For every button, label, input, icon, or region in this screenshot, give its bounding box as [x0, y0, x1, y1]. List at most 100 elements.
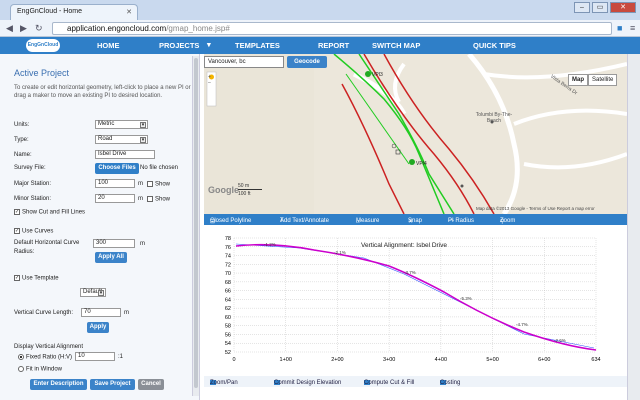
major-show[interactable]: Show	[147, 181, 170, 188]
reload-icon[interactable]: ↻	[35, 22, 43, 34]
type-select[interactable]: Road ▾	[95, 135, 148, 144]
nav-quick-tips[interactable]: QUICK TIPS	[473, 41, 516, 50]
scrollbar-thumb[interactable]	[194, 58, 198, 388]
no-file-text: No file chosen	[140, 165, 179, 171]
y-tick-label: 68	[225, 280, 231, 286]
profile-toolbar: Zoom/Pan Commit Design Elevation Compute…	[204, 376, 627, 387]
fixed-ratio-label: Fixed Ratio (H:V)	[26, 354, 73, 361]
cut-fill-label: Show Cut and Fill Lines	[22, 209, 86, 216]
bookmark-icon[interactable]: ■	[617, 22, 622, 34]
geocode-button[interactable]: Geocode	[287, 56, 327, 68]
minor-station-input[interactable]: 20	[95, 194, 135, 203]
window-controls: – ▭ ✕	[574, 2, 636, 13]
fit-window-radio[interactable]	[18, 366, 24, 372]
browser-chrome: EngGnCloud - Home ✕ – ▭ ✕ ◀ ▶ ↻ applicat…	[0, 0, 640, 37]
cut-fill-row[interactable]: ✓ Show Cut and Fill Lines	[14, 209, 85, 216]
browser-tab[interactable]: EngGnCloud - Home ✕	[10, 4, 138, 20]
zoom-controls[interactable]: + –	[208, 74, 211, 86]
fixed-ratio-row[interactable]: Fixed Ratio (H:V)	[18, 354, 72, 361]
apply-all-button[interactable]: Apply All	[95, 252, 127, 263]
radius-label-2: Radius:	[14, 249, 35, 255]
y-tick-label: 66	[225, 289, 231, 295]
use-curves-row[interactable]: ✓ Use Curves	[14, 228, 53, 235]
design-line	[235, 243, 597, 351]
y-tick-label: 62	[225, 306, 231, 312]
cut-fill-tool-label: Compute Cut & Fill	[364, 380, 415, 386]
ratio-input[interactable]: 10	[75, 352, 115, 361]
location-search-input[interactable]: Vancouver, bc	[204, 56, 284, 68]
menu-icon[interactable]: ≡	[630, 22, 635, 34]
use-template-checkbox[interactable]: ✓	[14, 275, 20, 281]
units-label: Units:	[14, 122, 30, 128]
minor-show[interactable]: Show	[147, 196, 170, 203]
vpi4-label: VPI4	[416, 161, 427, 167]
radius-label-1: Default Horizontal Curve	[14, 240, 80, 246]
use-template-row[interactable]: ✓ Use Template	[14, 275, 59, 282]
minor-show-label: Show	[155, 196, 171, 203]
type-value: Road	[98, 136, 113, 142]
radius-input[interactable]: 300	[93, 239, 135, 248]
panel-scrollbar[interactable]	[192, 56, 199, 396]
scale-bottom: 100 ft	[238, 191, 251, 197]
vertical-alignment-profile[interactable]: Vertical Alignment: Isbel Drive 78 76 74 72…	[204, 234, 604, 370]
major-unit: m	[138, 181, 143, 187]
help-text: To create or edit horizontal geometry, l…	[14, 85, 191, 99]
cut-fill-checkbox[interactable]: ✓	[14, 209, 20, 215]
nav-projects[interactable]: PROJECTS	[159, 41, 199, 50]
minimize-icon[interactable]: –	[574, 2, 590, 13]
map-svg	[204, 54, 627, 214]
nav-report[interactable]: REPORT	[318, 41, 349, 50]
nav-home[interactable]: HOME	[97, 41, 120, 50]
profile-title: Vertical Alignment: Isbel Drive	[361, 242, 447, 249]
close-window-icon[interactable]: ✕	[610, 2, 636, 13]
nav-templates[interactable]: TEMPLATES	[235, 41, 280, 50]
name-input[interactable]: Isbel Drive	[95, 150, 155, 159]
apply-button[interactable]: Apply	[87, 322, 109, 333]
save-project-button[interactable]: Save Project	[90, 379, 135, 390]
grade-label: -1.2%	[264, 242, 276, 247]
units-select[interactable]: Metric ▾	[95, 120, 148, 129]
minor-station-label: Minor Station:	[14, 196, 52, 202]
url-host: application.engoncloud.com	[67, 24, 167, 33]
cancel-button[interactable]: Cancel	[138, 379, 164, 390]
place-label: Tolumbi By-The-Beach	[475, 112, 513, 124]
survey-file-label: Survey File:	[14, 165, 46, 171]
forward-icon[interactable]: ▶	[20, 22, 27, 34]
use-curves-checkbox[interactable]: ✓	[14, 228, 20, 234]
minor-show-checkbox[interactable]	[147, 196, 153, 202]
choose-files-button[interactable]: Choose Files	[95, 163, 139, 174]
y-axis-labels: 78 76 74 72 70 68 66 64 62 60 58 56 54 52	[225, 236, 231, 356]
close-tab-icon[interactable]: ✕	[126, 8, 132, 16]
fixed-ratio-radio[interactable]	[18, 354, 24, 360]
chevron-down-icon[interactable]: ▾	[207, 40, 211, 49]
page-scrollbar[interactable]	[627, 54, 640, 400]
map-button[interactable]: Map	[568, 74, 588, 86]
maximize-icon[interactable]: ▭	[592, 2, 608, 13]
zoom-pan-label: Zoom/Pan	[210, 380, 238, 386]
fit-window-row[interactable]: Fit in Window	[18, 366, 62, 373]
vcurve-input[interactable]: 70	[81, 308, 121, 317]
map-view[interactable]: Vista Berra Dr Tolumbi By-The-Beach VPI3…	[204, 54, 627, 214]
y-tick-label: 60	[225, 315, 231, 321]
y-tick-label: 78	[225, 236, 231, 242]
name-label: Name:	[14, 152, 32, 158]
url-path: /gmap_home.jsp#	[166, 24, 230, 33]
major-station-label: Major Station:	[14, 181, 52, 187]
major-show-checkbox[interactable]	[147, 181, 153, 187]
minor-unit: m	[138, 196, 143, 202]
template-select[interactable]: Default ▾	[80, 288, 106, 297]
major-station-input[interactable]: 100	[95, 179, 135, 188]
profile-svg: Vertical Alignment: Isbel Drive 78 76 74 72…	[225, 236, 601, 363]
satellite-button[interactable]: Satellite	[588, 74, 618, 86]
enter-description-button[interactable]: Enter Description	[30, 379, 87, 390]
ground-line	[235, 243, 595, 349]
logo[interactable]: EngGnCloud	[26, 39, 60, 52]
address-input[interactable]: application.engoncloud.com/gmap_home.jsp…	[52, 22, 612, 35]
grade-label: -5.3%	[460, 296, 472, 301]
x-tick-label: 634	[591, 357, 600, 363]
back-icon[interactable]: ◀	[6, 22, 13, 34]
closed-polyline-label: Closed Polyline	[210, 218, 252, 224]
nav-switch-map[interactable]: SWITCH MAP	[372, 41, 420, 50]
map-copyright: Map data ©2013 Google - Terms of Use Rep…	[476, 206, 595, 211]
grade-labels: -1.2% -2.1% -3.7% -5.3% -4.7% -2.6%	[264, 242, 566, 343]
